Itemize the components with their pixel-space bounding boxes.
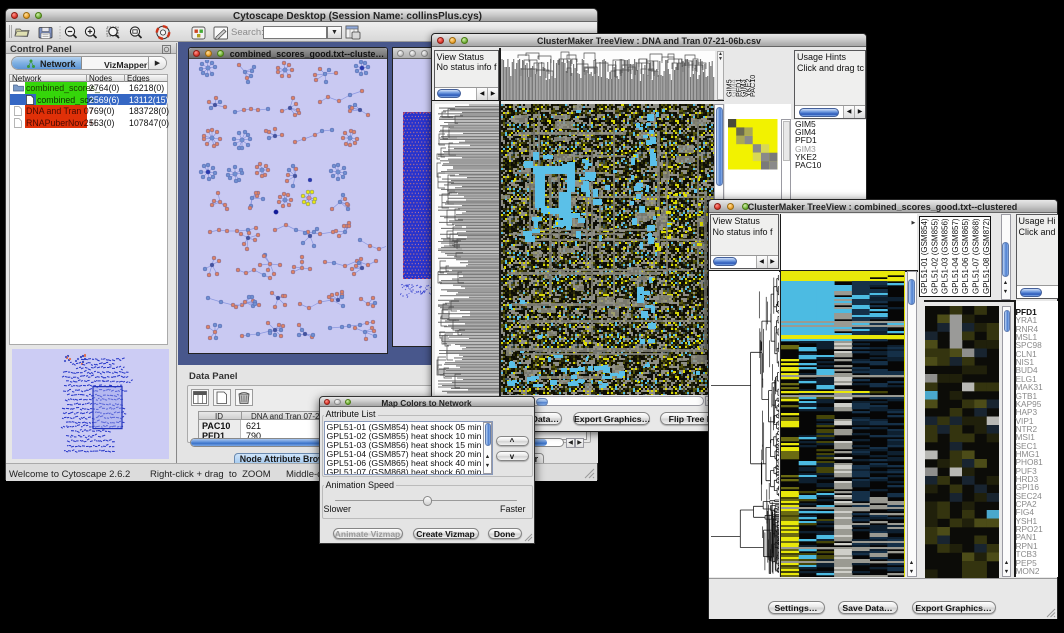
svg-text:GPL51-02 (GSM855): GPL51-02 (GSM855): [930, 218, 939, 294]
svg-text:GPL51-07 (GSM868): GPL51-07 (GSM868): [971, 218, 980, 294]
svg-text:GPL51-08 (GSM872): GPL51-08 (GSM872): [981, 218, 990, 294]
svg-text:GPL51-01 (GSM854): GPL51-01 (GSM854): [921, 218, 929, 294]
svg-text:GPL51-04 (GSM857): GPL51-04 (GSM857): [950, 218, 959, 294]
svg-text:GPL51-06 (GSM865): GPL51-06 (GSM865): [961, 218, 970, 294]
svg-text:PAC10: PAC10: [748, 75, 756, 97]
svg-text:GPL51-03 (GSM856): GPL51-03 (GSM856): [940, 218, 949, 294]
